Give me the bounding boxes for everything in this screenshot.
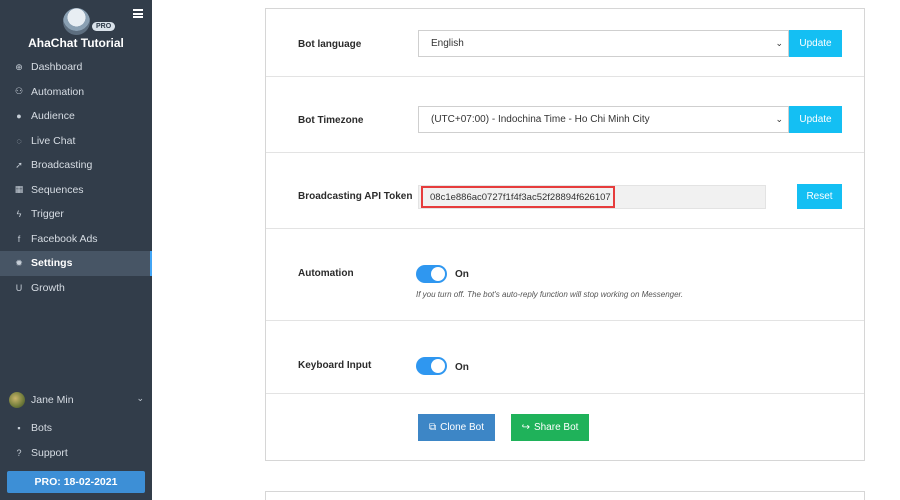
reset-token-button[interactable]: Reset xyxy=(797,184,842,209)
update-language-button[interactable]: Update xyxy=(789,30,842,57)
dashboard-icon: ⊕ xyxy=(15,61,23,72)
sidebar-item-settings[interactable]: ✹ Settings xyxy=(0,251,152,276)
chat-icon: ◌ xyxy=(16,135,22,146)
bot-timezone-select[interactable]: (UTC+07:00) - Indochina Time - Ho Chi Mi… xyxy=(418,106,789,133)
automation-toggle[interactable] xyxy=(416,265,447,283)
sidebar-item-label: Facebook Ads xyxy=(31,232,98,245)
keyboard-input-row: Keyboard Input On xyxy=(266,321,864,394)
keyboard-input-label: Keyboard Input xyxy=(298,360,372,371)
sidebar-item-label: Settings xyxy=(31,257,73,270)
bot-language-label: Bot language xyxy=(298,39,362,50)
sidebar-item-label: Live Chat xyxy=(31,134,76,147)
sidebar-item-label: Support xyxy=(31,446,68,459)
sidebar-item-broadcasting[interactable]: ➚ Broadcasting xyxy=(0,153,152,178)
bot-name: AhaChat Tutorial xyxy=(28,36,124,50)
bot-language-row: Bot language English ⌄ Update xyxy=(266,9,864,77)
automation-row: Automation On xyxy=(266,229,864,321)
sidebar-item-growth[interactable]: U Growth xyxy=(0,276,152,301)
sidebar-item-audience[interactable]: ● Audience xyxy=(0,104,152,129)
sidebar: PRO AhaChat Tutorial ⊕ Dashboard ⚇ Autom… xyxy=(0,0,152,500)
chevron-down-icon: ⌄ xyxy=(136,393,144,403)
clone-bot-button[interactable]: ⧉ Clone Bot xyxy=(418,414,495,441)
automation-note: If you turn off. The bot's auto-reply fu… xyxy=(416,290,684,299)
bolt-icon: ϟ xyxy=(16,209,22,220)
sidebar-item-sequences[interactable]: ▦ Sequences xyxy=(0,178,152,203)
user-name: Jane Min xyxy=(31,394,74,406)
sidebar-item-label: Dashboard xyxy=(31,61,83,74)
bot-timezone-value: (UTC+07:00) - Indochina Time - Ho Chi Mi… xyxy=(431,114,650,125)
bot-timezone-label: Bot Timezone xyxy=(298,115,364,126)
bot-timezone-row: Bot Timezone (UTC+07:00) - Indochina Tim… xyxy=(266,77,864,153)
user-menu[interactable]: Jane Min ⌄ xyxy=(0,388,152,412)
magnet-icon: U xyxy=(15,282,23,293)
sidebar-item-trigger[interactable]: ϟ Trigger xyxy=(0,202,152,227)
sidebar-item-automation[interactable]: ⚇ Automation xyxy=(0,80,152,105)
update-timezone-button[interactable]: Update xyxy=(789,106,842,133)
paper-plane-icon: ➚ xyxy=(15,159,23,170)
avatar xyxy=(9,392,25,408)
sidebar-item-label: Audience xyxy=(31,110,75,123)
sidebar-nav: ⊕ Dashboard ⚇ Automation ● Audience ◌ Li… xyxy=(0,55,152,300)
share-bot-label: Share Bot xyxy=(533,422,579,433)
bot-language-select[interactable]: English ⌄ xyxy=(418,30,789,57)
bot-language-value: English xyxy=(431,38,464,49)
automation-state: On xyxy=(455,269,469,280)
sidebar-item-dashboard[interactable]: ⊕ Dashboard xyxy=(0,55,152,80)
sidebar-item-facebook-ads[interactable]: f Facebook Ads xyxy=(0,227,152,252)
grid-icon: ▪ xyxy=(17,423,21,434)
gear-icon: ✹ xyxy=(15,257,23,268)
api-token-value[interactable]: 08c1e886ac0727f1f4f3ac52f28894f626107 xyxy=(421,186,615,208)
main-content: Bot language English ⌄ Update Bot Timezo… xyxy=(152,0,900,500)
chevron-down-icon: ⌄ xyxy=(775,38,783,48)
sidebar-item-label: Automation xyxy=(31,85,85,98)
sidebar-item-label: Bots xyxy=(31,422,53,435)
pro-expiry-button[interactable]: PRO: 18-02-2021 xyxy=(7,471,145,493)
sidebar-footer xyxy=(0,494,152,500)
pro-badge-small: PRO xyxy=(92,22,116,31)
bottom-nav: ▪ Bots ? Support xyxy=(0,416,152,465)
user-icon: ● xyxy=(16,111,22,122)
share-icon: ↪ xyxy=(521,422,530,433)
menu-toggle-icon[interactable] xyxy=(133,9,143,18)
sitemap-icon: ⚇ xyxy=(14,86,24,97)
copy-icon: ⧉ xyxy=(428,422,437,433)
chevron-down-icon: ⌄ xyxy=(775,114,783,124)
clone-bot-label: Clone Bot xyxy=(440,422,485,433)
brand: PRO AhaChat Tutorial xyxy=(0,0,152,52)
question-icon: ? xyxy=(16,447,22,458)
automation-label: Automation xyxy=(298,268,354,279)
next-card xyxy=(265,491,865,500)
bot-avatar xyxy=(63,8,90,35)
sidebar-item-label: Sequences xyxy=(31,183,84,196)
facebook-icon: f xyxy=(17,233,21,244)
sidebar-item-live-chat[interactable]: ◌ Live Chat xyxy=(0,129,152,154)
calendar-icon: ▦ xyxy=(14,184,24,195)
sidebar-item-support[interactable]: ? Support xyxy=(0,441,152,466)
api-token-label: Broadcasting API Token xyxy=(298,191,413,202)
settings-card: Bot language English ⌄ Update Bot Timezo… xyxy=(265,8,865,461)
sidebar-item-label: Broadcasting xyxy=(31,159,93,172)
sidebar-item-label: Growth xyxy=(31,281,65,294)
sidebar-item-label: Trigger xyxy=(31,208,64,221)
sidebar-item-bots[interactable]: ▪ Bots xyxy=(0,416,152,441)
share-bot-button[interactable]: ↪ Share Bot xyxy=(511,414,589,441)
keyboard-input-state: On xyxy=(455,362,469,373)
keyboard-input-toggle[interactable] xyxy=(416,357,447,375)
